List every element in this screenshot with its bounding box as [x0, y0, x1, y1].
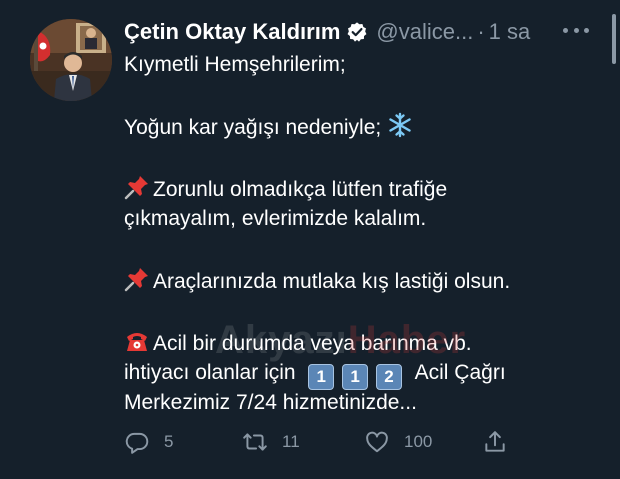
tweet-text: Kıymetli Hemşehrilerim; Yoğun kar yağışı…	[124, 50, 594, 418]
keycap-2-icon: 2	[375, 364, 402, 390]
tweet-line-tires: Araçlarınızda mutlaka kış lastiği olsun.	[124, 266, 594, 296]
pushpin-icon	[124, 266, 150, 301]
scrollbar[interactable]	[612, 14, 616, 64]
verified-badge-icon	[346, 21, 368, 43]
tweet-line-emergency-1: Acil bir durumda veya barınma vb.	[124, 328, 594, 358]
like-icon	[364, 429, 390, 455]
author-handle[interactable]: @valice...	[376, 19, 473, 45]
separator-dot: ·	[477, 19, 485, 44]
tweet-line-traffic-1: Zorunlu olmadıkça lütfen trafiğe	[124, 174, 594, 204]
emergency-text-2: ihtiyacı olanlar için	[124, 361, 296, 384]
like-count: 100	[404, 432, 433, 451]
tweet-line-greeting: Kıymetli Hemşehrilerim;	[124, 53, 346, 76]
keycap-1-icon: 1	[342, 364, 369, 390]
tweet-timestamp[interactable]: 1 sa	[489, 19, 531, 45]
tweet-header: Çetin Oktay Kaldırım @valice... · 1 sa	[124, 16, 530, 48]
tweet-line-weather: Yoğun kar yağışı nedeniyle;	[124, 112, 594, 142]
avatar[interactable]	[30, 19, 112, 101]
tires-text: Araçlarınızda mutlaka kış lastiği olsun.	[153, 270, 511, 293]
retweet-icon	[242, 429, 268, 455]
reply-count: 5	[164, 432, 174, 451]
tweet-line-emergency-2: ihtiyacı olanlar için 1 1 2 Acil Çağrı	[124, 358, 594, 390]
retweet-button[interactable]: 11	[242, 425, 300, 459]
share-icon	[482, 429, 508, 455]
weather-text: Yoğun kar yağışı nedeniyle;	[124, 116, 382, 139]
author-name[interactable]: Çetin Oktay Kaldırım	[124, 19, 340, 45]
share-button[interactable]	[482, 425, 508, 459]
tweet-actions: 5 11 100	[124, 425, 524, 459]
emergency-text-3: Acil Çağrı	[414, 361, 506, 384]
traffic-text-1: Zorunlu olmadıkça lütfen trafiğe	[153, 178, 448, 201]
tweet-line-emergency-3: Merkezimiz 7/24 hizmetinizde...	[124, 391, 417, 414]
more-options-icon[interactable]	[563, 20, 589, 40]
tweet-card[interactable]: Çetin Oktay Kaldırım @valice... · 1 sa K…	[0, 0, 620, 479]
reply-icon	[124, 429, 150, 455]
retweet-count: 11	[282, 432, 300, 451]
reply-button[interactable]: 5	[124, 425, 173, 459]
snowflake-icon	[387, 112, 413, 147]
like-button[interactable]: 100	[364, 425, 432, 459]
tweet-line-traffic-2: çıkmayalım, evlerimizde kalalım.	[124, 207, 427, 230]
keycap-1-icon: 1	[308, 364, 335, 390]
emergency-text-1: Acil bir durumda veya barınma vb.	[153, 332, 472, 355]
